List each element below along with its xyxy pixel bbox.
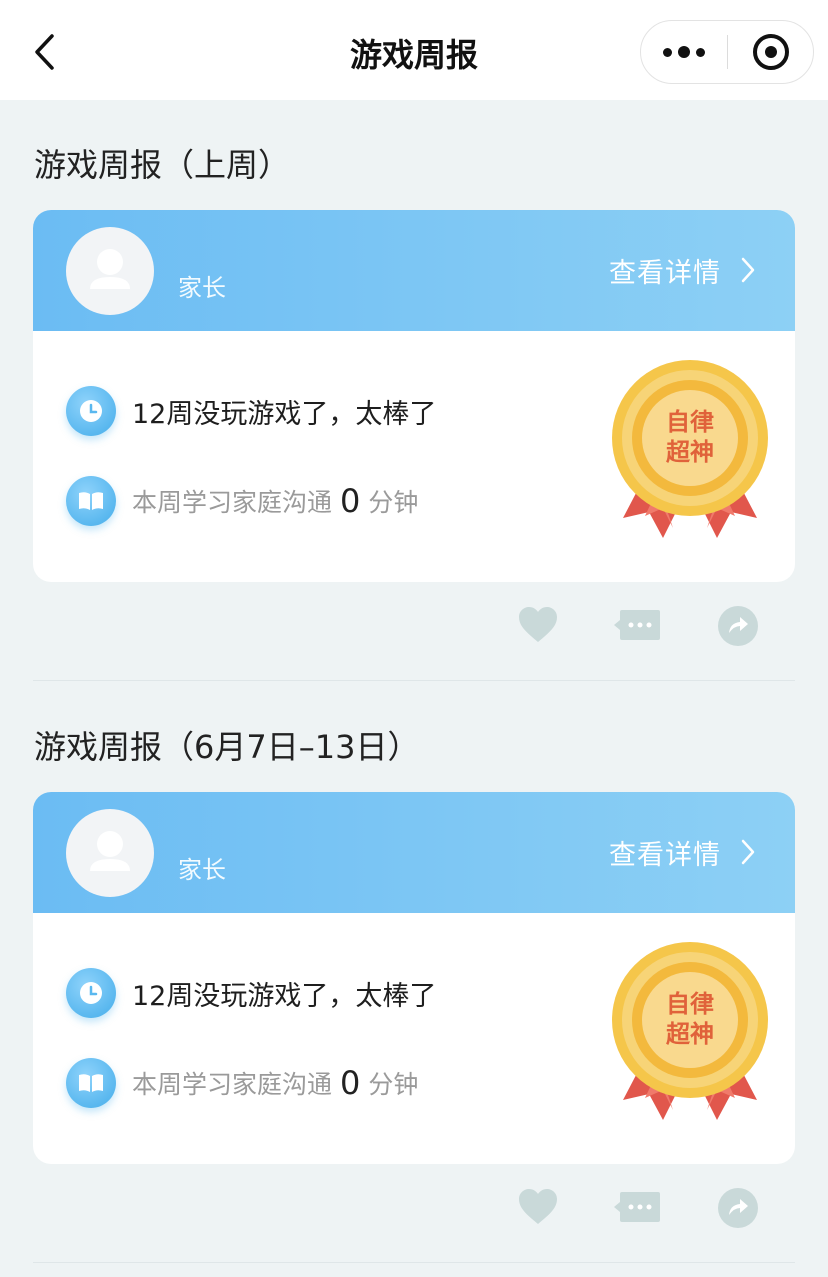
chevron-right-icon (741, 257, 755, 283)
view-details-label: 查看详情 (609, 839, 721, 871)
book-icon-glyph (79, 492, 103, 510)
more-dots-icon (663, 47, 672, 57)
study-stat-value: 0 (340, 482, 361, 520)
heart-icon (519, 607, 557, 642)
self-discipline-badge: 自律 超神 (612, 942, 768, 1120)
comment-button[interactable] (614, 604, 662, 648)
study-stat-unit: 分钟 (368, 1070, 419, 1099)
badge-line-1: 自律 (666, 990, 714, 1018)
chevron-right-icon (741, 839, 755, 865)
card-header: 家长 查看详情 (33, 792, 795, 913)
comment-button[interactable] (614, 1186, 662, 1230)
book-icon (66, 1058, 116, 1108)
comment-icon (614, 610, 660, 640)
user-name: 家长 (178, 856, 226, 884)
study-stat-label: 本周学习家庭沟通 (132, 488, 333, 517)
card-header: 家长 查看详情 (33, 210, 795, 331)
close-button[interactable] (728, 21, 814, 83)
badge-line-2: 超神 (666, 438, 714, 466)
section-divider (33, 680, 795, 681)
report-card: 家长 查看详情 12周没玩游戏了，太棒了 本周学习家庭沟通 0 分钟 自律 超神 (33, 792, 795, 1164)
clock-icon-glyph (80, 982, 102, 1004)
target-close-icon-center (765, 46, 777, 58)
view-details-label: 查看详情 (609, 257, 721, 289)
game-stat-text: 12周没玩游戏了，太棒了 (132, 980, 437, 1012)
user-avatar-icon (90, 831, 130, 871)
view-details-link[interactable]: 查看详情 (609, 252, 755, 289)
study-stat-row: 本周学习家庭沟通 0 分钟 (66, 1058, 418, 1108)
study-stat-row: 本周学习家庭沟通 0 分钟 (66, 476, 418, 526)
game-stat-row: 12周没玩游戏了，太棒了 (66, 968, 436, 1018)
like-button[interactable] (516, 1186, 560, 1230)
badge-line-2: 超神 (666, 1020, 714, 1048)
share-icon (718, 1188, 758, 1228)
study-stat-label: 本周学习家庭沟通 (132, 1070, 333, 1099)
avatar (66, 227, 154, 315)
report-actions (0, 604, 828, 654)
report-title: 游戏周报（上周） (34, 146, 291, 184)
study-stat-value: 0 (340, 1064, 361, 1102)
user-avatar-icon (90, 249, 130, 289)
clock-icon (66, 386, 116, 436)
report-actions (0, 1186, 828, 1236)
view-details-link[interactable]: 查看详情 (609, 834, 755, 871)
game-stat-text: 12周没玩游戏了，太棒了 (132, 398, 437, 430)
badge-line-1: 自律 (666, 408, 714, 436)
like-button[interactable] (516, 604, 560, 648)
comment-icon (614, 1192, 660, 1222)
clock-icon (66, 968, 116, 1018)
more-dots-icon-right (696, 47, 705, 57)
user-name: 家长 (178, 274, 226, 302)
book-icon (66, 476, 116, 526)
more-dots-icon-center (678, 46, 690, 58)
navigation-bar: 游戏周报 (0, 0, 828, 100)
report-card: 家长 查看详情 12周没玩游戏了，太棒了 本周学习家庭沟通 0 分钟 自律 超神 (33, 210, 795, 582)
share-button[interactable] (716, 604, 760, 648)
heart-icon (519, 1189, 557, 1224)
share-button[interactable] (716, 1186, 760, 1230)
target-close-icon (753, 34, 789, 70)
avatar (66, 809, 154, 897)
report-title: 游戏周报（6月7日–13日） (34, 728, 420, 766)
share-icon (718, 606, 758, 646)
game-stat-row: 12周没玩游戏了，太棒了 (66, 386, 436, 436)
section-divider (33, 1262, 795, 1263)
mini-program-capsule (640, 20, 814, 84)
more-button[interactable] (641, 21, 727, 83)
study-stat-unit: 分钟 (368, 488, 419, 517)
self-discipline-badge: 自律 超神 (612, 360, 768, 538)
clock-icon-glyph (80, 400, 102, 422)
book-icon-glyph (79, 1074, 103, 1092)
